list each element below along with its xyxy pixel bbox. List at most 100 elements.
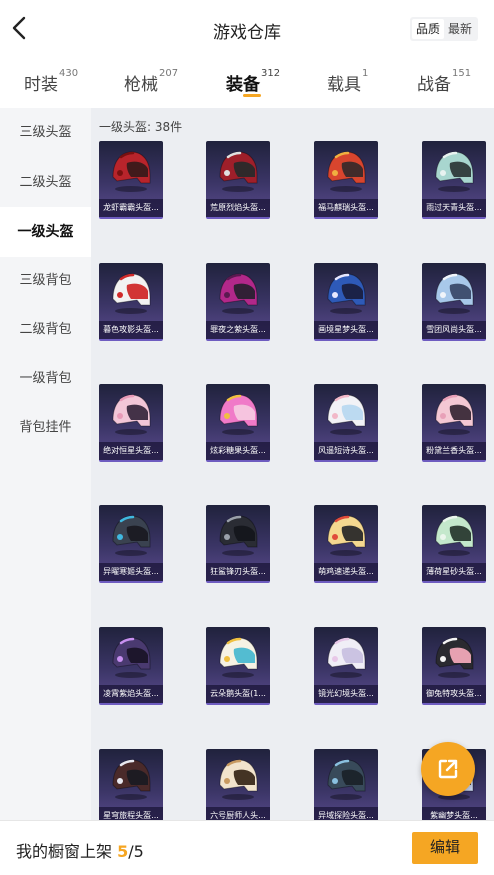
tab-supplies[interactable]: 战备151 — [417, 68, 472, 95]
item-card-label: 萌鸡速递头盔... — [314, 563, 378, 581]
item-card-label: 风遥短诗头盔... — [314, 442, 378, 460]
tab-count: 312 — [261, 68, 281, 79]
sort-toggle: 品质 最新 — [409, 17, 478, 41]
helmet-icon — [112, 273, 151, 314]
tab-firearms[interactable]: 枪械207 — [124, 68, 179, 95]
tab-vehicles[interactable]: 载具1 — [327, 68, 369, 95]
item-card-label: 炫彩糖果头盔... — [206, 442, 270, 460]
item-card[interactable]: 凌霄紫焰头盔... — [99, 627, 163, 705]
tab-count: 151 — [452, 68, 472, 79]
item-card-label: 紫幽梦头盔... — [422, 807, 486, 820]
item-card-label: 福马麒瑞头盔... — [314, 199, 378, 217]
sidebar-item-level2-helmet[interactable]: 二级头盔 — [0, 158, 91, 208]
sort-option-latest[interactable]: 最新 — [444, 19, 476, 39]
item-card[interactable]: 暮色攻影头盔... — [99, 263, 163, 341]
item-card[interactable]: 云朵鹅头盔(1... — [206, 627, 270, 705]
item-card[interactable]: 萌鸡速递头盔... — [314, 505, 378, 583]
item-card-label: 云朵鹅头盔(1... — [206, 685, 270, 703]
tab-label: 载具 — [327, 75, 361, 95]
item-card-label: 暮色攻影头盔... — [99, 321, 163, 339]
item-card[interactable]: 狂鲨锋刃头盔... — [206, 505, 270, 583]
item-card[interactable]: 星穹旅程头盔... — [99, 749, 163, 820]
tab-equipment[interactable]: 装备312 — [226, 68, 281, 95]
item-card-label: 荒原烈焰头盔... — [206, 199, 270, 217]
helmet-icon — [435, 515, 474, 556]
item-card[interactable]: 粉黛兰香头盔... — [422, 384, 486, 462]
helmet-icon — [112, 151, 151, 192]
item-card[interactable]: 绝对恒星头盔... — [99, 384, 163, 462]
edit-button[interactable]: 编辑 — [412, 832, 478, 864]
helmet-icon — [327, 151, 366, 192]
helmet-icon — [327, 637, 366, 678]
item-card-label: 绝对恒星头盔... — [99, 442, 163, 460]
item-card[interactable]: 龙虾霸霸头盔... — [99, 141, 163, 219]
sidebar-item-level1-helmet[interactable]: 一级头盔 — [0, 207, 91, 257]
helmet-icon — [112, 515, 151, 556]
sidebar-item-level1-backpack[interactable]: 一级背包 — [0, 354, 91, 404]
item-card[interactable]: 炫彩糖果头盔... — [206, 384, 270, 462]
helmet-icon — [327, 273, 366, 314]
item-card[interactable]: 荒原烈焰头盔... — [206, 141, 270, 219]
item-card[interactable]: 镜光幻境头盔... — [314, 627, 378, 705]
sidebar-item-level3-helmet[interactable]: 三级头盔 — [0, 108, 91, 158]
showcase-total: /5 — [128, 842, 144, 861]
tab-fashion[interactable]: 时装430 — [24, 68, 79, 95]
item-card[interactable]: 画境星梦头盔... — [314, 263, 378, 341]
item-card[interactable]: 罪夜之萦头盔... — [206, 263, 270, 341]
helmet-icon — [219, 394, 258, 435]
header: 游戏仓库 品质 最新 — [0, 0, 494, 58]
item-card-label: 异域探险头盔... — [314, 807, 378, 820]
active-tab-indicator — [243, 94, 261, 97]
item-card-label: 星穹旅程头盔... — [99, 807, 163, 820]
helmet-icon — [219, 759, 258, 800]
item-card[interactable]: 风遥短诗头盔... — [314, 384, 378, 462]
item-count-label: 一级头盔: 38件 — [99, 120, 183, 134]
item-card[interactable]: 御兔特攻头盔... — [422, 627, 486, 705]
helmet-icon — [219, 151, 258, 192]
sidebar: 三级头盔 二级头盔 一级头盔 三级背包 二级背包 一级背包 背包挂件 — [0, 108, 91, 820]
helmet-icon — [327, 515, 366, 556]
sidebar-item-level3-backpack[interactable]: 三级背包 — [0, 256, 91, 306]
item-card[interactable]: 异曜寒姬头盔... — [99, 505, 163, 583]
sort-option-quality[interactable]: 品质 — [411, 19, 444, 39]
tab-count: 207 — [159, 68, 179, 79]
item-card-label: 御兔特攻头盔... — [422, 685, 486, 703]
category-tabs: 时装430 枪械207 装备312 载具1 战备151 — [0, 58, 494, 108]
helmet-icon — [112, 394, 151, 435]
helmet-icon — [219, 637, 258, 678]
bottom-bar: 我的橱窗上架 5/5 编辑 — [0, 820, 494, 875]
helmet-icon — [112, 637, 151, 678]
item-card-label: 六号厨师人头... — [206, 807, 270, 820]
tab-count: 430 — [59, 68, 79, 79]
item-card[interactable]: 薄荷星砂头盔... — [422, 505, 486, 583]
helmet-icon — [435, 637, 474, 678]
helmet-icon — [327, 759, 366, 800]
helmet-icon — [327, 394, 366, 435]
item-card[interactable]: 福马麒瑞头盔... — [314, 141, 378, 219]
tab-label: 时装 — [24, 75, 58, 95]
item-card[interactable]: 雨过天青头盔... — [422, 141, 486, 219]
share-icon — [438, 759, 458, 779]
tab-count: 1 — [362, 68, 369, 79]
item-card-label: 异曜寒姬头盔... — [99, 563, 163, 581]
item-card[interactable]: 雪团风尚头盔... — [422, 263, 486, 341]
item-card-label: 粉黛兰香头盔... — [422, 442, 486, 460]
item-card-label: 狂鲨锋刃头盔... — [206, 563, 270, 581]
item-card-label: 薄荷星砂头盔... — [422, 563, 486, 581]
item-card-label: 龙虾霸霸头盔... — [99, 199, 163, 217]
item-card[interactable]: 异域探险头盔... — [314, 749, 378, 820]
item-card[interactable]: 六号厨师人头... — [206, 749, 270, 820]
helmet-icon — [219, 273, 258, 314]
sidebar-item-backpack-pendant[interactable]: 背包挂件 — [0, 403, 91, 453]
helmet-icon — [435, 151, 474, 192]
helmet-icon — [219, 515, 258, 556]
item-card-label: 画境星梦头盔... — [314, 321, 378, 339]
sidebar-item-level2-backpack[interactable]: 二级背包 — [0, 305, 91, 355]
share-button[interactable] — [421, 742, 475, 796]
tab-label: 战备 — [417, 75, 451, 95]
showcase-current: 5 — [117, 842, 129, 861]
helmet-icon — [112, 759, 151, 800]
item-grid: 一级头盔: 38件 龙虾霸霸头盔... 荒原烈焰头盔... 福马麒瑞头盔... 雨过天… — [91, 108, 494, 820]
item-card-label: 凌霄紫焰头盔... — [99, 685, 163, 703]
showcase-status: 我的橱窗上架 5/5 — [16, 838, 144, 862]
